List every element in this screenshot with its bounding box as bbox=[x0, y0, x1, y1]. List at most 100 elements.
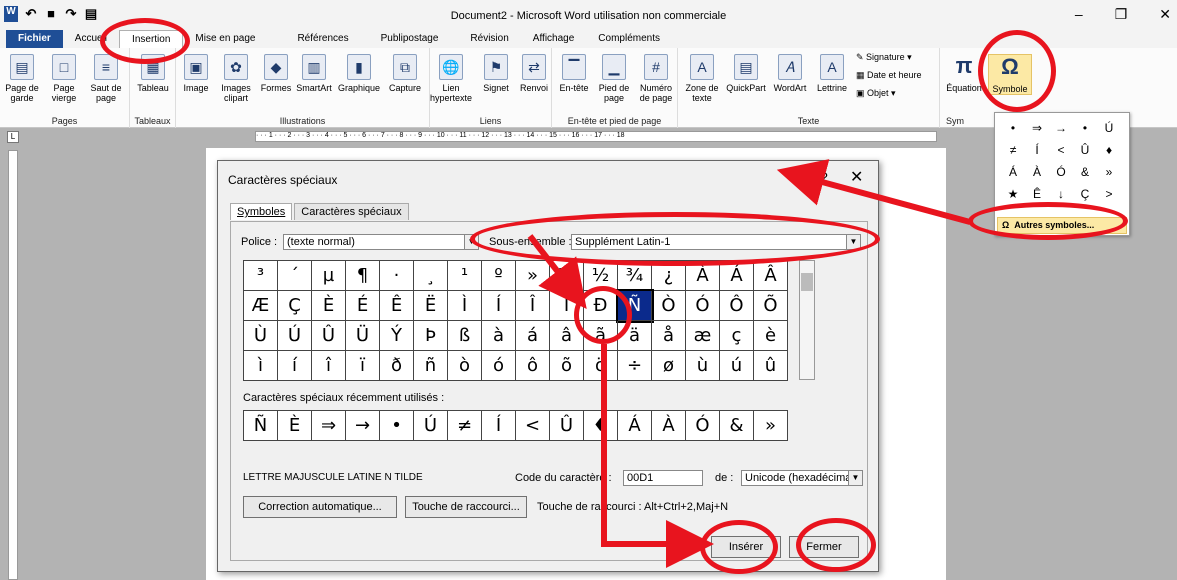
char-cell[interactable]: ö bbox=[584, 351, 618, 381]
symbol-cell[interactable]: → bbox=[1049, 117, 1073, 139]
recent-char-cell[interactable]: È bbox=[278, 411, 312, 441]
symbol-cell[interactable]: Ó bbox=[1049, 161, 1073, 183]
symbol-cell[interactable]: Í bbox=[1025, 139, 1049, 161]
char-cell[interactable]: î bbox=[312, 351, 346, 381]
symbol-cell[interactable]: ≠ bbox=[1001, 139, 1025, 161]
from-select[interactable]: Unicode (hexadécimal) ▼ bbox=[741, 470, 863, 486]
recent-char-cell[interactable]: Í bbox=[482, 411, 516, 441]
char-cell[interactable]: Ü bbox=[346, 321, 380, 351]
char-cell[interactable]: Ó bbox=[686, 291, 720, 321]
ruler-toggle[interactable]: L bbox=[7, 131, 19, 143]
char-cell[interactable]: æ bbox=[686, 321, 720, 351]
date-heure-button[interactable]: ▦ Date et heure bbox=[856, 70, 922, 81]
char-cell[interactable]: ¿ bbox=[652, 261, 686, 291]
symbol-cell[interactable]: Û bbox=[1073, 139, 1097, 161]
char-cell[interactable]: ì bbox=[244, 351, 278, 381]
char-cell[interactable]: ä bbox=[618, 321, 652, 351]
recent-char-cell[interactable]: < bbox=[516, 411, 550, 441]
char-cell[interactable]: ã bbox=[584, 321, 618, 351]
symbol-cell[interactable]: • bbox=[1073, 117, 1097, 139]
en-tete-button[interactable]: ▔ En-tête bbox=[556, 54, 592, 93]
quickpart-button[interactable]: ▤ QuickPart bbox=[724, 54, 768, 93]
char-cell[interactable]: Ë bbox=[414, 291, 448, 321]
recent-char-cell[interactable]: ⇒ bbox=[312, 411, 346, 441]
char-cell[interactable]: È bbox=[312, 291, 346, 321]
graphique-button[interactable]: ▮ Graphique bbox=[336, 54, 382, 93]
symbol-cell[interactable]: Ê bbox=[1025, 183, 1049, 205]
char-cell[interactable]: õ bbox=[550, 351, 584, 381]
image-button[interactable]: ▣ Image bbox=[178, 54, 214, 93]
char-cell[interactable]: ¹ bbox=[448, 261, 482, 291]
recent-char-cell[interactable]: Á bbox=[618, 411, 652, 441]
tab-publipostage[interactable]: Publipostage bbox=[369, 30, 451, 48]
restore-button[interactable]: ❐ bbox=[1115, 6, 1128, 23]
symbol-cell[interactable]: ⇒ bbox=[1025, 117, 1049, 139]
recent-char-cell[interactable]: À bbox=[652, 411, 686, 441]
char-cell[interactable]: Á bbox=[720, 261, 754, 291]
equation-button[interactable]: π Équation bbox=[944, 54, 984, 94]
char-cell[interactable]: Õ bbox=[754, 291, 788, 321]
symbol-cell[interactable]: Á bbox=[1001, 161, 1025, 183]
shortcut-button[interactable]: Touche de raccourci... bbox=[405, 496, 527, 518]
symbol-cell[interactable]: À bbox=[1025, 161, 1049, 183]
images-clipart-button[interactable]: ✿ Images clipart bbox=[216, 54, 256, 103]
char-cell[interactable]: á bbox=[516, 321, 550, 351]
char-cell[interactable]: Ý bbox=[380, 321, 414, 351]
char-cell[interactable]: ï bbox=[346, 351, 380, 381]
formes-button[interactable]: ◆ Formes bbox=[258, 54, 294, 93]
char-cell[interactable]: À bbox=[686, 261, 720, 291]
symbol-cell[interactable]: » bbox=[1097, 161, 1121, 183]
char-cell[interactable]: ¾ bbox=[618, 261, 652, 291]
char-cell[interactable]: Ç bbox=[278, 291, 312, 321]
capture-button[interactable]: ⧉ Capture bbox=[384, 54, 426, 93]
char-cell[interactable]: ³ bbox=[244, 261, 278, 291]
recent-char-cell[interactable]: ♦ bbox=[584, 411, 618, 441]
recent-char-cell[interactable]: • bbox=[380, 411, 414, 441]
font-select[interactable]: (texte normal) ▼ bbox=[283, 234, 479, 250]
tableau-button[interactable]: ▦ Tableau bbox=[134, 54, 172, 93]
char-cell[interactable]: É bbox=[346, 291, 380, 321]
char-cell[interactable]: ÷ bbox=[618, 351, 652, 381]
char-cell[interactable]: Í bbox=[482, 291, 516, 321]
subset-select[interactable]: Supplément Latin-1 ▼ bbox=[571, 234, 861, 250]
tab-affichage[interactable]: Affichage bbox=[521, 30, 587, 48]
char-cell[interactable]: Ð bbox=[584, 291, 618, 321]
char-cell[interactable]: Ô bbox=[720, 291, 754, 321]
symbol-cell[interactable]: < bbox=[1049, 139, 1073, 161]
recent-char-cell[interactable]: » bbox=[754, 411, 788, 441]
char-cell[interactable]: ß bbox=[448, 321, 482, 351]
char-cell[interactable]: ó bbox=[482, 351, 516, 381]
char-cell[interactable]: Ù bbox=[244, 321, 278, 351]
char-cell[interactable]: Û bbox=[312, 321, 346, 351]
lettrine-button[interactable]: A Lettrine bbox=[812, 54, 852, 93]
tab-mise-en-page[interactable]: Mise en page bbox=[183, 30, 267, 48]
close-button[interactable]: Fermer bbox=[789, 536, 859, 558]
tab-complements[interactable]: Compléments bbox=[586, 30, 672, 48]
help-button[interactable]: ? bbox=[820, 169, 828, 185]
tab-references[interactable]: Références bbox=[285, 30, 360, 48]
wordart-button[interactable]: 𝐴 WordArt bbox=[770, 54, 810, 93]
symbol-cell[interactable]: ♦ bbox=[1097, 139, 1121, 161]
char-cell[interactable]: ú bbox=[720, 351, 754, 381]
char-cell[interactable]: · bbox=[380, 261, 414, 291]
char-cell[interactable]: Ï bbox=[550, 291, 584, 321]
lien-hypertexte-button[interactable]: 🌐 Lien hypertexte bbox=[430, 54, 472, 103]
char-cell[interactable]: Ê bbox=[380, 291, 414, 321]
char-cell[interactable]: ¶ bbox=[346, 261, 380, 291]
char-cell[interactable]: » bbox=[516, 261, 550, 291]
char-cell[interactable]: û bbox=[754, 351, 788, 381]
symbol-cell[interactable]: Ç bbox=[1073, 183, 1097, 205]
tab-revision[interactable]: Révision bbox=[458, 30, 520, 48]
char-cell[interactable]: Î bbox=[516, 291, 550, 321]
char-cell[interactable]: ò bbox=[448, 351, 482, 381]
saut-de-page-button[interactable]: ≡ Saut de page bbox=[88, 54, 124, 103]
char-cell[interactable]: Þ bbox=[414, 321, 448, 351]
char-cell[interactable]: Ò bbox=[652, 291, 686, 321]
recent-char-cell[interactable]: Û bbox=[550, 411, 584, 441]
char-cell[interactable]: ½ bbox=[584, 261, 618, 291]
tab-caracteres-speciaux[interactable]: Caractères spéciaux bbox=[294, 203, 409, 220]
symbol-cell[interactable]: • bbox=[1001, 117, 1025, 139]
signet-button[interactable]: ⚑ Signet bbox=[478, 54, 514, 93]
char-cell[interactable]: Ì bbox=[448, 291, 482, 321]
symbol-cell[interactable]: & bbox=[1073, 161, 1097, 183]
